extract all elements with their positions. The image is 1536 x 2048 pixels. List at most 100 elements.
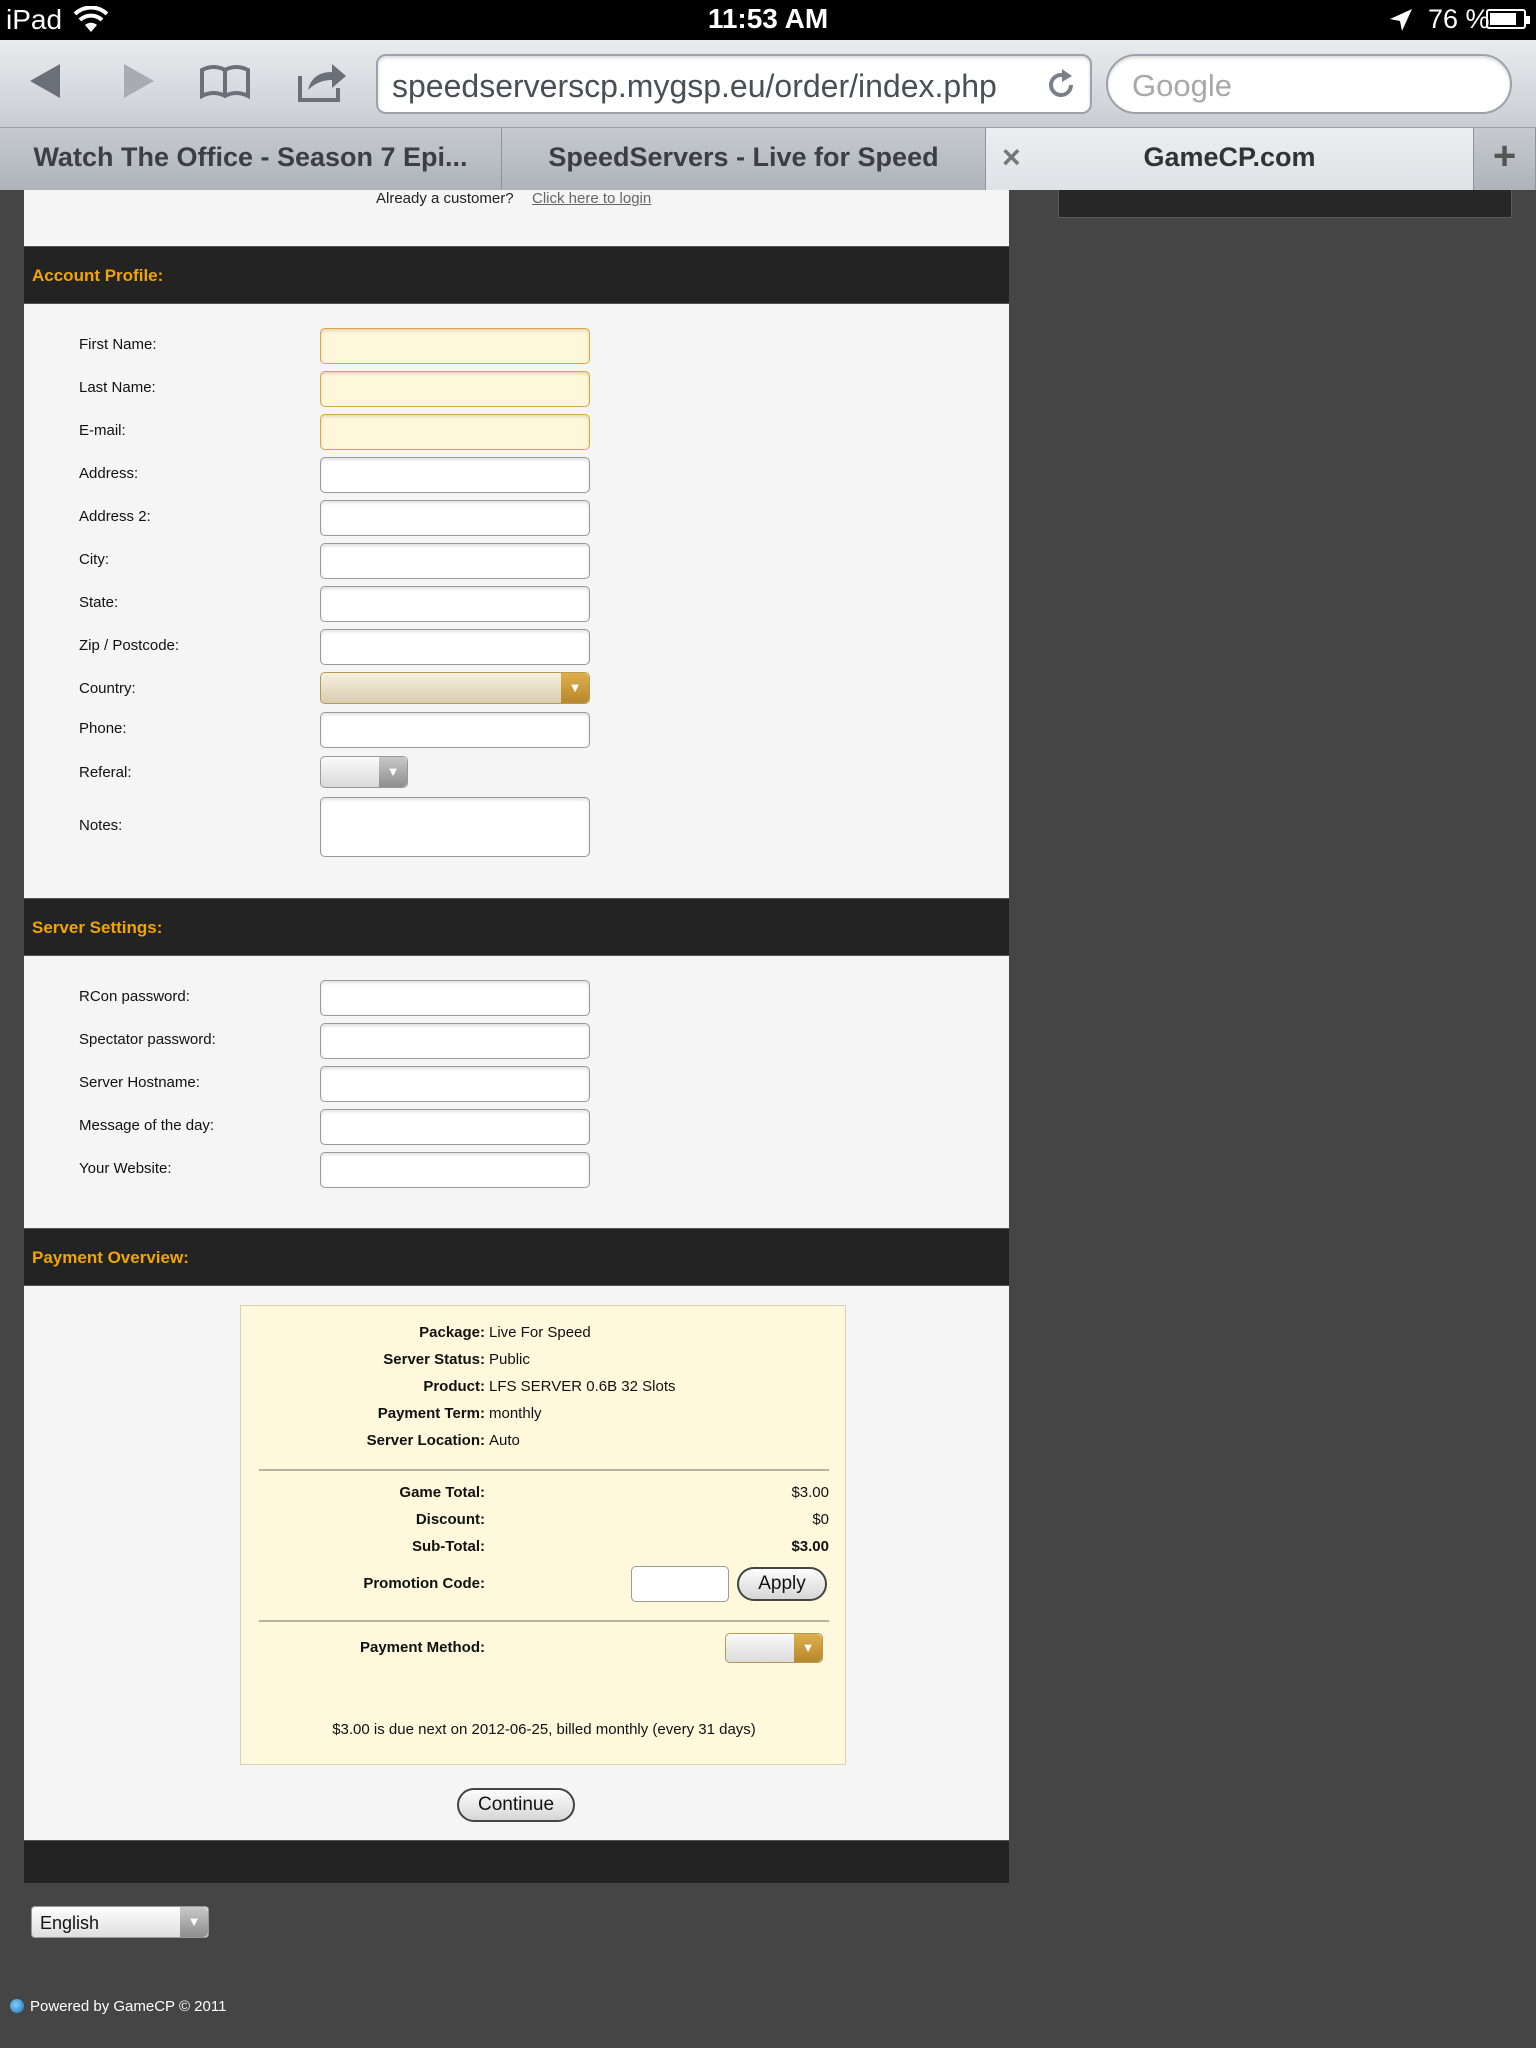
field-label: Zip / Postcode:: [79, 637, 180, 654]
discount-row: Discount: $0: [241, 1511, 847, 1533]
game-total-label: Game Total:: [399, 1484, 485, 1501]
package-value: Live For Speed: [489, 1324, 591, 1341]
payment-term-label: Payment Term:: [377, 1405, 485, 1422]
divider: [259, 1620, 829, 1622]
notes-textarea[interactable]: [320, 797, 590, 857]
chevron-down-icon: ▼: [561, 673, 589, 703]
gamecp-logo-icon: [10, 1999, 24, 2013]
address2-row: Address 2:: [24, 500, 1009, 536]
apply-button[interactable]: Apply: [737, 1567, 827, 1601]
subtotal-label: Sub-Total:: [411, 1538, 485, 1555]
phone-input[interactable]: [320, 712, 590, 748]
field-label: City:: [79, 551, 109, 568]
zip-input[interactable]: [320, 629, 590, 665]
field-label: Address:: [79, 465, 139, 482]
discount-label: Discount:: [415, 1511, 485, 1528]
language-select[interactable]: English ▼: [31, 1906, 209, 1938]
country-select[interactable]: ▼: [320, 672, 590, 704]
spectator-password-input[interactable]: [320, 1023, 590, 1059]
payment-method-label: Payment Method:: [359, 1639, 485, 1656]
continue-button[interactable]: Continue: [457, 1788, 575, 1822]
server-location-row: Server Location: Auto: [241, 1432, 847, 1454]
email-input[interactable]: [320, 414, 590, 450]
clock: 11:53 AM: [707, 3, 829, 34]
server-settings-header: Server Settings:: [24, 898, 1009, 956]
server-location-value: Auto: [489, 1432, 520, 1449]
login-link[interactable]: Click here to login: [532, 190, 651, 207]
promotion-code-input[interactable]: [631, 1566, 729, 1602]
section-title: Payment Overview:: [32, 1248, 189, 1267]
rcon-row: RCon password:: [24, 980, 1009, 1016]
close-tab-icon[interactable]: ×: [1002, 128, 1021, 186]
field-label: Address 2:: [79, 508, 151, 525]
back-icon[interactable]: [20, 58, 74, 104]
tab-gamecp-active[interactable]: × GameCP.com: [986, 128, 1474, 190]
last-name-input[interactable]: [320, 371, 590, 407]
address2-input[interactable]: [320, 500, 590, 536]
field-label: Message of the day:: [79, 1117, 215, 1134]
browser-toolbar: speedserverscp.mygsp.eu/order/index.php …: [0, 40, 1536, 128]
field-label: RCon password:: [79, 988, 190, 1005]
search-bar[interactable]: Google: [1106, 54, 1512, 114]
state-row: State:: [24, 586, 1009, 622]
payment-term-row: Payment Term: monthly: [241, 1405, 847, 1427]
package-label: Package:: [419, 1324, 485, 1341]
phone-row: Phone:: [24, 712, 1009, 748]
tab-label: GameCP.com: [1143, 142, 1316, 172]
url-text: speedserverscp.mygsp.eu/order/index.php: [392, 68, 997, 104]
new-tab-button[interactable]: +: [1474, 128, 1536, 190]
discount-value: $0: [812, 1511, 829, 1528]
tab-speedservers[interactable]: SpeedServers - Live for Speed: [502, 128, 986, 190]
spectator-row: Spectator password:: [24, 1023, 1009, 1059]
sidebar-fragment: [1058, 190, 1512, 218]
server-status-value: Public: [489, 1351, 530, 1368]
battery-percentage: 76 %: [1428, 4, 1490, 34]
battery-icon: [1486, 9, 1530, 29]
city-input[interactable]: [320, 543, 590, 579]
server-hostname-input[interactable]: [320, 1066, 590, 1102]
payment-method-select[interactable]: ▼: [725, 1633, 823, 1663]
reload-icon[interactable]: [1044, 68, 1078, 102]
referal-select[interactable]: ▼: [320, 756, 408, 788]
website-row: Your Website:: [24, 1152, 1009, 1188]
website-input[interactable]: [320, 1152, 590, 1188]
account-profile-header: Account Profile:: [24, 246, 1009, 304]
chevron-down-icon: ▼: [379, 757, 407, 787]
first-name-input[interactable]: [320, 328, 590, 364]
field-label: E-mail:: [79, 422, 126, 439]
server-location-label: Server Location:: [366, 1432, 485, 1449]
panel-footer: [24, 1840, 1009, 1883]
bookmarks-icon[interactable]: [198, 58, 252, 104]
address-input[interactable]: [320, 457, 590, 493]
field-label: Spectator password:: [79, 1031, 216, 1048]
powered-by-text: Powered by GameCP © 2011: [30, 1998, 227, 2015]
address-row: Address:: [24, 457, 1009, 493]
game-total-row: Game Total: $3.00: [241, 1484, 847, 1506]
address-bar[interactable]: speedserverscp.mygsp.eu/order/index.php: [376, 54, 1092, 114]
game-total-value: $3.00: [791, 1484, 829, 1501]
first-name-row: First Name:: [24, 328, 1009, 364]
chevron-down-icon: ▼: [180, 1907, 208, 1937]
motd-input[interactable]: [320, 1109, 590, 1145]
last-name-row: Last Name:: [24, 371, 1009, 407]
notes-row: Notes:: [24, 797, 1009, 857]
order-form-panel: Already a customer? Click here to login …: [24, 190, 1009, 1883]
state-input[interactable]: [320, 586, 590, 622]
login-question: Already a customer?: [376, 190, 514, 207]
rcon-password-input[interactable]: [320, 980, 590, 1016]
promotion-label: Promotion Code:: [363, 1575, 485, 1592]
tab-the-office[interactable]: Watch The Office - Season 7 Epi...: [0, 128, 502, 190]
field-label: Country:: [79, 680, 136, 697]
forward-icon[interactable]: [110, 58, 164, 104]
share-icon[interactable]: [294, 58, 348, 104]
search-placeholder: Google: [1132, 68, 1232, 103]
product-row: Product: LFS SERVER 0.6B 32 Slots: [241, 1378, 847, 1400]
email-row: E-mail:: [24, 414, 1009, 450]
motd-row: Message of the day:: [24, 1109, 1009, 1145]
section-title: Account Profile:: [32, 266, 164, 285]
server-status-label: Server Status:: [383, 1351, 485, 1368]
due-note: $3.00 is due next on 2012-06-25, billed …: [332, 1721, 756, 1738]
powered-by: Powered by GameCP © 2011: [10, 1998, 226, 2015]
city-row: City:: [24, 543, 1009, 579]
tab-bar: Watch The Office - Season 7 Epi... Speed…: [0, 128, 1536, 190]
